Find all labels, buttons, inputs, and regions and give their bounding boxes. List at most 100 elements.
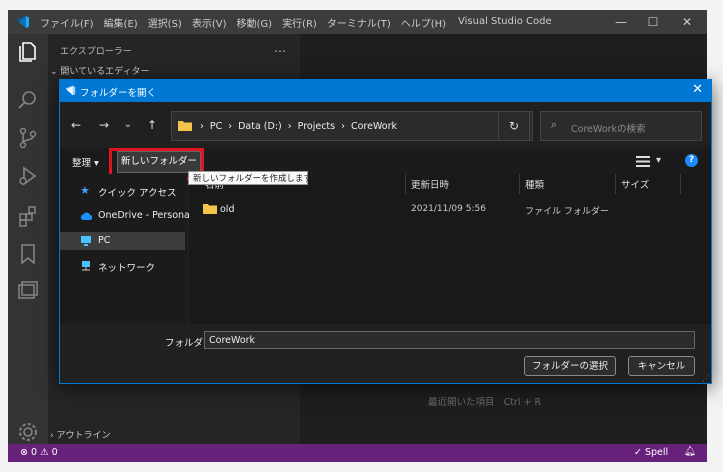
spell-label: Spell <box>645 447 669 458</box>
error-count: 0 <box>31 447 38 458</box>
minimize-icon[interactable]: — <box>606 13 636 31</box>
up-arrow-icon[interactable]: ↑ <box>144 117 160 133</box>
search-box[interactable]: ⌕ CoreWorkの検索 <box>540 111 702 141</box>
breadcrumb-corework[interactable]: CoreWork <box>351 121 397 132</box>
resize-grip-icon[interactable]: ⋰ <box>702 374 710 383</box>
recent-hint: 最近開いた項目 Ctrl + R <box>428 394 541 408</box>
new-folder-tooltip: 新しいフォルダーを作成します。 <box>188 171 320 185</box>
file-name: old <box>220 204 235 215</box>
spell-indicator[interactable]: ✓ Spell <box>634 447 668 458</box>
help-icon[interactable]: ? <box>685 154 698 167</box>
view-dropdown-icon[interactable]: ▾ <box>656 155 661 166</box>
search-magnifier-icon: ⌕ <box>551 118 558 131</box>
outline-label: アウトライン <box>56 431 111 441</box>
open-editors-section[interactable]: ⌄ 開いているエディター <box>50 64 150 77</box>
nav-item-quick-access[interactable]: ★ クイック アクセス <box>60 182 185 200</box>
forward-arrow-icon[interactable]: → <box>96 117 112 133</box>
problems-indicator[interactable]: ⊗ 0 ⚠ 0 <box>20 447 58 458</box>
open-editors-label: 開いているエディター <box>60 67 150 77</box>
folder-icon <box>178 121 192 131</box>
window-title: Visual Studio Code <box>458 16 552 27</box>
breadcrumb-pc[interactable]: PC <box>210 121 222 132</box>
notification-bell-icon[interactable]: 🔔︎ <box>684 446 696 457</box>
menu-edit[interactable]: 編集(E) <box>104 15 138 30</box>
menu-go[interactable]: 移動(G) <box>237 15 273 30</box>
view-options-icon[interactable] <box>636 156 650 167</box>
extensions-icon[interactable] <box>16 204 40 228</box>
menu-view[interactable]: 表示(V) <box>192 15 227 30</box>
folder-icon <box>203 204 217 214</box>
column-divider[interactable] <box>405 174 406 194</box>
outline-section[interactable]: › アウトライン <box>50 428 110 441</box>
navigation-pane: ★ クイック アクセス OneDrive - Personal PC ネットワー… <box>60 174 193 324</box>
nav-item-label: ネットワーク <box>98 263 156 274</box>
nav-item-label: PC <box>98 235 111 246</box>
error-icon: ⊗ <box>20 447 28 458</box>
menu-help[interactable]: ヘルプ(H) <box>401 15 446 30</box>
folder-name-input[interactable]: CoreWork <box>204 331 695 349</box>
refresh-icon[interactable]: ↻ <box>498 111 530 141</box>
breadcrumb-separator: › <box>284 121 298 132</box>
nav-item-label: OneDrive - Personal <box>98 210 193 221</box>
more-actions-icon[interactable]: … <box>274 41 286 55</box>
file-modified: 2021/11/09 5:56 <box>411 204 486 214</box>
organize-menu[interactable]: 整理 ▾ <box>72 155 99 169</box>
table-row[interactable]: old 2021/11/09 5:56 ファイル フォルダー <box>189 200 711 218</box>
back-arrow-icon[interactable]: ← <box>68 117 84 133</box>
recent-shortcut: Ctrl + R <box>503 397 542 408</box>
column-header-modified[interactable]: 更新日時 <box>411 177 449 191</box>
vscode-logo-icon <box>17 16 29 28</box>
network-icon <box>82 261 90 271</box>
breadcrumb-separator: › <box>338 121 351 132</box>
breadcrumb: › PC › Data (D:) › Projects › CoreWork <box>200 121 397 132</box>
settings-gear-icon[interactable] <box>16 420 40 444</box>
chevron-down-icon: ⌄ <box>50 67 61 77</box>
vscode-logo-icon <box>65 85 76 96</box>
command-bar: 整理 ▾ 新しいフォルダー ▾ ? <box>60 148 711 180</box>
breadcrumb-separator: › <box>200 121 210 132</box>
breadcrumb-separator: › <box>225 121 239 132</box>
nav-item-pc[interactable]: PC <box>60 232 185 250</box>
warning-icon: ⚠ <box>40 447 49 458</box>
nav-item-label: クイック アクセス <box>98 188 177 199</box>
file-type: ファイル フォルダー <box>525 207 609 217</box>
menu-terminal[interactable]: ターミナル(T) <box>327 15 391 30</box>
remote-explorer-icon[interactable] <box>16 280 40 304</box>
breadcrumb-drive[interactable]: Data (D:) <box>238 121 282 132</box>
nav-item-network[interactable]: ネットワーク <box>60 257 185 275</box>
select-folder-button[interactable]: フォルダーの選択 <box>524 356 616 376</box>
run-debug-icon[interactable] <box>16 164 40 188</box>
cloud-icon <box>80 212 92 220</box>
recent-locations-chevron-icon[interactable]: ⌄ <box>120 117 136 133</box>
check-icon: ✓ <box>634 447 642 458</box>
dialog-close-icon[interactable]: ✕ <box>692 82 703 97</box>
search-icon[interactable] <box>16 88 40 112</box>
activity-bar <box>8 34 48 444</box>
column-divider[interactable] <box>615 174 616 194</box>
star-icon: ★ <box>80 184 90 197</box>
column-header-size[interactable]: サイズ <box>621 177 649 191</box>
maximize-icon[interactable]: ☐ <box>638 13 668 31</box>
menu-run[interactable]: 実行(R) <box>282 15 317 30</box>
column-divider[interactable] <box>680 174 681 194</box>
close-icon[interactable]: ✕ <box>672 13 702 31</box>
nav-item-onedrive[interactable]: OneDrive - Personal <box>60 207 193 225</box>
menu-selection[interactable]: 選択(S) <box>148 15 182 30</box>
organize-dropdown-icon: ▾ <box>94 158 99 169</box>
status-bar: ⊗ 0 ⚠ 0 ✓ Spell 🔔︎ <box>8 444 707 462</box>
dialog-title-bar: フォルダーを開く ✕ <box>60 80 711 102</box>
menu-file[interactable]: ファイル(F) <box>40 15 94 30</box>
dialog-title: フォルダーを開く <box>80 88 157 99</box>
cancel-button[interactable]: キャンセル <box>628 356 695 376</box>
address-bar[interactable]: › PC › Data (D:) › Projects › CoreWork ⌄ <box>171 111 533 141</box>
explorer-icon[interactable] <box>16 40 40 64</box>
recent-label: 最近開いた項目 <box>428 397 495 408</box>
file-list: 名前 更新日時 種類 サイズ old 2021/11/09 5:56 ファイル … <box>189 174 711 324</box>
bookmark-icon[interactable] <box>16 242 40 266</box>
source-control-icon[interactable] <box>16 126 40 150</box>
column-header-type[interactable]: 種類 <box>525 177 544 191</box>
open-folder-dialog: フォルダーを開く ✕ ← → ⌄ ↑ › PC › Data (D:) › Pr… <box>59 79 712 384</box>
breadcrumb-projects[interactable]: Projects <box>298 121 335 132</box>
explorer-header: エクスプローラー <box>60 47 132 57</box>
column-divider[interactable] <box>519 174 520 194</box>
